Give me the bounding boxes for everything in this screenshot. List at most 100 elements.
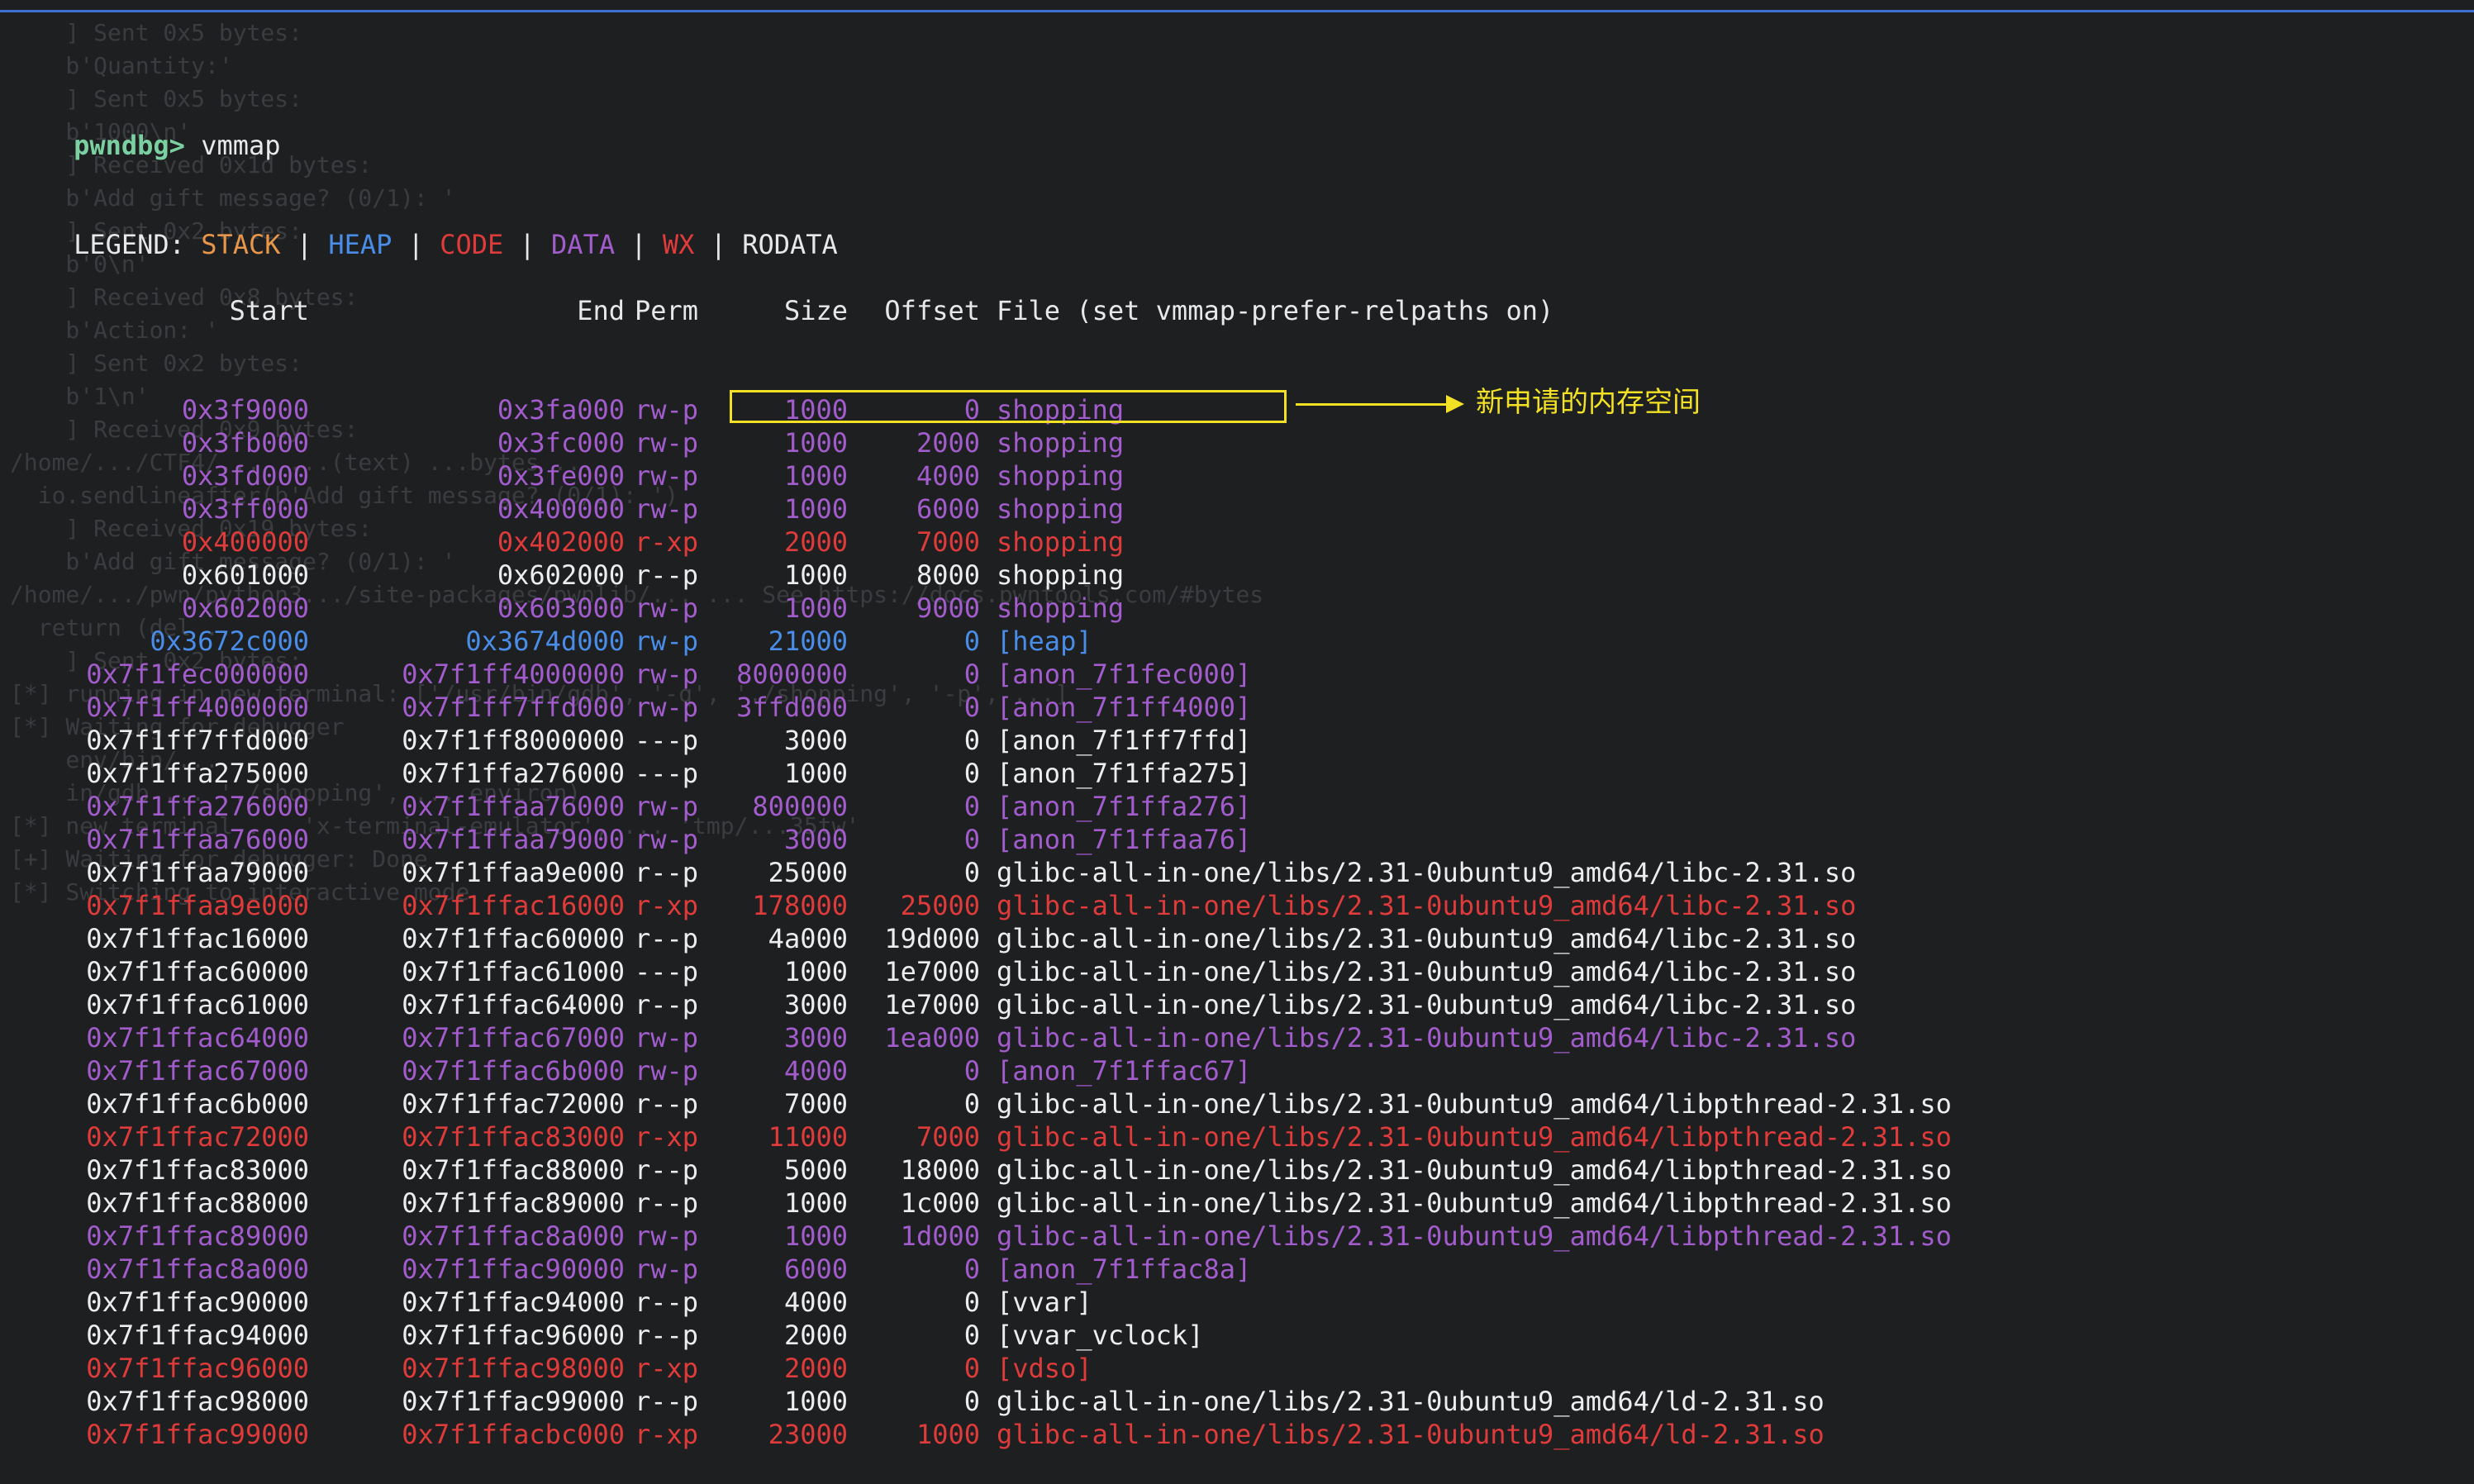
cell-file: glibc-all-in-one/libs/2.31-0ubuntu9_amd6…	[997, 956, 1857, 987]
cell-end: 0x7f1ffac94000	[402, 1287, 625, 1318]
cell-end: 0x7f1ffac67000	[402, 1022, 625, 1054]
cell-start: 0x7f1ffac90000	[86, 1287, 309, 1318]
table-row: 0x400000 0x402000 r-xp 2000 7000 shopping	[10, 526, 1952, 559]
vmmap-table: 0x3f9000 0x3fa000 rw-p 1000 0 shopping 0x3fb00…	[10, 393, 1952, 1451]
cell-end: 0x7f1ffaa79000	[402, 824, 625, 855]
cell-perm: r--p	[635, 1154, 699, 1186]
cell-start: 0x7f1ffac83000	[86, 1154, 309, 1186]
cell-size: 4000	[783, 1055, 848, 1087]
cell-end: 0x7f1ffa276000	[402, 758, 625, 789]
cell-offset: 1000	[916, 1419, 980, 1450]
cell-perm: rw-p	[635, 625, 699, 657]
cell-perm: r-xp	[635, 890, 699, 921]
cell-start: 0x7f1ffac8a000	[86, 1253, 309, 1285]
cell-start: 0x7f1ffac99000	[86, 1419, 309, 1450]
cell-file: glibc-all-in-one/libs/2.31-0ubuntu9_amd6…	[997, 1121, 1952, 1153]
cell-offset: 1e7000	[884, 989, 980, 1020]
cell-size: 21000	[768, 625, 848, 657]
cell-file: [anon_7f1ff7ffd]	[997, 725, 1252, 756]
table-row: 0x7f1ff4000000 0x7f1ff7ffd000 rw-p 3ffd000 0…	[10, 691, 1952, 724]
table-row: 0x7f1fec000000 0x7f1ff4000000 rw-p 8000000 0…	[10, 658, 1952, 691]
cell-size: 8000000	[736, 659, 848, 690]
header-size: Size	[783, 295, 848, 326]
table-row: 0x7f1ffac8a000 0x7f1ffac90000 rw-p 6000 0 [an…	[10, 1253, 1952, 1286]
table-row: 0x7f1ffac64000 0x7f1ffac67000 rw-p 3000 1ea0…	[10, 1021, 1952, 1054]
legend-stack: STACK	[201, 229, 281, 260]
cell-size: 3ffd000	[736, 692, 848, 723]
cell-end: 0x7f1ffac90000	[402, 1253, 625, 1285]
table-row: 0x7f1ffac6b000 0x7f1ffac72000 r--p 7000 0 gli…	[10, 1087, 1952, 1120]
cell-file: shopping	[997, 493, 1125, 525]
legend-separator: |	[710, 229, 726, 260]
cell-end: 0x7f1ffaa76000	[402, 791, 625, 822]
cell-start: 0x3fd000	[181, 460, 309, 492]
cell-size: 2000	[783, 1353, 848, 1384]
cell-start: 0x7f1ff4000000	[86, 692, 309, 723]
cell-file: glibc-all-in-one/libs/2.31-0ubuntu9_amd6…	[997, 890, 1857, 921]
cell-end: 0x7f1ffacbc000	[402, 1419, 625, 1450]
cell-start: 0x7f1ffac6b000	[86, 1088, 309, 1120]
cell-start: 0x7f1ffac88000	[86, 1187, 309, 1219]
cell-perm: rw-p	[635, 659, 699, 690]
cell-offset: 0	[963, 1386, 980, 1417]
cell-file: [vvar]	[997, 1287, 1092, 1318]
cell-perm: r--p	[635, 989, 699, 1020]
table-row: 0x7f1ffac61000 0x7f1ffac64000 r--p 3000 1e70…	[10, 988, 1952, 1021]
table-row: 0x7f1ffa276000 0x7f1ffaa76000 rw-p 800000 0 […	[10, 790, 1952, 823]
cell-file: shopping	[997, 526, 1125, 558]
cell-perm: rw-p	[635, 1022, 699, 1054]
cell-size: 1000	[783, 1386, 848, 1417]
cell-offset: 0	[963, 1055, 980, 1087]
cell-start: 0x7f1ffac94000	[86, 1320, 309, 1351]
cell-perm: r-xp	[635, 1121, 699, 1153]
annotation-note: 新申请的内存空间	[1476, 386, 1701, 419]
legend-rodata: RODATA	[742, 229, 838, 260]
legend-separator: |	[519, 229, 535, 260]
cell-start: 0x400000	[181, 526, 309, 558]
highlight-box	[730, 390, 1287, 423]
arrow-head-icon	[1446, 395, 1464, 413]
cell-end: 0x3fa000	[497, 394, 625, 426]
cell-size: 6000	[783, 1253, 848, 1285]
legend-separator: |	[630, 229, 647, 260]
cell-size: 3000	[783, 1022, 848, 1054]
cell-file: [anon_7f1ffac8a]	[997, 1253, 1252, 1285]
cell-size: 3000	[783, 824, 848, 855]
table-row: 0x601000 0x602000 r--p 1000 8000 shopping	[10, 559, 1952, 592]
cell-perm: rw-p	[635, 1055, 699, 1087]
cell-offset: 2000	[916, 427, 980, 459]
cell-start: 0x7f1ffa276000	[86, 791, 309, 822]
cell-perm: r--p	[635, 1320, 699, 1351]
header-end: End	[577, 295, 625, 326]
cell-perm: r-xp	[635, 1353, 699, 1384]
header-file: File (set vmmap-prefer-relpaths on)	[997, 295, 1554, 326]
cell-perm: rw-p	[635, 427, 699, 459]
cell-size: 11000	[768, 1121, 848, 1153]
cell-end: 0x7f1ffac89000	[402, 1187, 625, 1219]
cell-offset: 1e7000	[884, 956, 980, 987]
cell-file: [anon_7f1ffac67]	[997, 1055, 1252, 1087]
cell-end: 0x7f1ffac16000	[402, 890, 625, 921]
table-row: 0x7f1ffac98000 0x7f1ffac99000 r--p 1000 0 gli…	[10, 1385, 1952, 1418]
cell-perm: r-xp	[635, 1419, 699, 1450]
legend-line: LEGEND: STACK | HEAP | CODE | DATA | WX …	[10, 195, 1952, 260]
cell-size: 1000	[783, 758, 848, 789]
prompt-label: pwndbg>	[74, 130, 185, 161]
cell-start: 0x7f1ffac64000	[86, 1022, 309, 1054]
legend-code: CODE	[440, 229, 504, 260]
cell-size: 2000	[783, 1320, 848, 1351]
cell-size: 1000	[783, 460, 848, 492]
table-row: 0x7f1ffaa76000 0x7f1ffaa79000 rw-p 3000 0 [an…	[10, 823, 1952, 856]
cell-offset: 0	[963, 857, 980, 888]
table-row: 0x7f1ffac89000 0x7f1ffac8a000 rw-p 1000 1d00…	[10, 1220, 1952, 1253]
cell-offset: 7000	[916, 526, 980, 558]
cell-size: 2000	[783, 526, 848, 558]
cell-file: glibc-all-in-one/libs/2.31-0ubuntu9_amd6…	[997, 1022, 1857, 1054]
terminal-output[interactable]: pwndbg> vmmap LEGEND: STACK | HEAP | COD…	[10, 30, 1952, 1484]
header-perm: Perm	[635, 295, 699, 326]
cell-offset: 7000	[916, 1121, 980, 1153]
cell-start: 0x7f1ff7ffd000	[86, 725, 309, 756]
cell-offset: 0	[963, 1088, 980, 1120]
cell-file: [anon_7f1ffa276]	[997, 791, 1252, 822]
cell-offset: 0	[963, 824, 980, 855]
